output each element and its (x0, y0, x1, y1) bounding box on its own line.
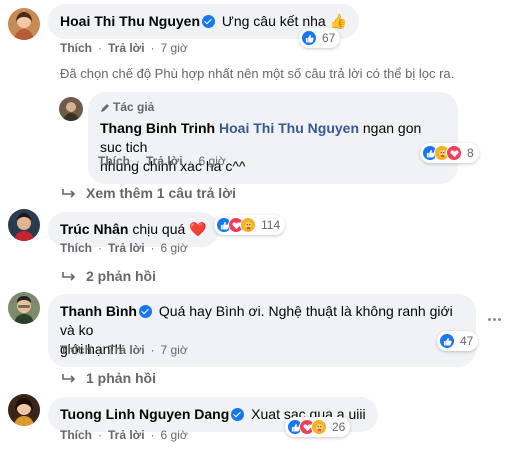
reply-mention[interactable]: Hoai Thi Thu Nguyen (219, 120, 359, 136)
reply-arrow-icon (62, 272, 76, 281)
pen-icon (101, 103, 109, 112)
separator: · (98, 241, 102, 255)
avatar-thang[interactable] (59, 97, 83, 121)
separator: · (150, 343, 155, 357)
reaction-summary[interactable]: 47 (437, 331, 479, 351)
author-badge: Tác giả (100, 98, 446, 117)
separator: · (188, 154, 193, 168)
reaction-summary[interactable]: 26 (285, 417, 351, 437)
reaction-summary[interactable]: 114 (214, 215, 286, 235)
comment-actions: Thích · Trả lời · 6 giờ (60, 241, 188, 255)
reply-arrow-icon (62, 374, 76, 383)
reply-bubble: Tác giả Thang Binh Trinh Hoai Thi Thu Ng… (88, 92, 458, 184)
reply-button[interactable]: Trả lời (108, 343, 145, 357)
avatar-tuong-linh[interactable] (8, 394, 40, 426)
reaction-count: 26 (332, 420, 346, 434)
timestamp[interactable]: 6 giờ (199, 154, 226, 168)
replies-link[interactable]: 2 phản hồi (62, 268, 156, 284)
reply-button[interactable]: Trả lời (108, 428, 145, 442)
replies-link-label: 1 phản hồi (86, 370, 156, 386)
like-icon (439, 333, 455, 349)
reply-button[interactable]: Trả lời (146, 154, 183, 168)
verified-icon (231, 408, 245, 421)
reply-button[interactable]: Trả lời (108, 241, 145, 255)
care-icon (240, 217, 256, 233)
reply-arrow-icon (62, 189, 76, 198)
view-more-replies-link[interactable]: Xem thêm 1 câu trả lời (62, 185, 236, 201)
separator: · (150, 428, 155, 442)
like-button[interactable]: Thích (60, 428, 92, 442)
author-badge-label: Tác giả (113, 100, 155, 114)
timestamp[interactable]: 7 giờ (161, 343, 188, 357)
comment-actions: Thích · Trả lời · 7 giờ (60, 41, 188, 55)
verified-icon (202, 15, 215, 28)
reply-actions: Thích · Trả lời · 6 giờ (98, 154, 226, 168)
reply-button[interactable]: Trả lời (108, 41, 145, 55)
separator: · (150, 241, 155, 255)
comment-actions: Thích · Trả lời · 7 giờ (60, 343, 188, 357)
timestamp[interactable]: 6 giờ (161, 241, 188, 255)
comment-author[interactable]: Trúc Nhân (60, 221, 128, 237)
timestamp[interactable]: 7 giờ (161, 41, 188, 55)
reply-reaction-summary[interactable]: 8 (420, 143, 479, 163)
like-button[interactable]: Thích (60, 241, 92, 255)
like-button[interactable]: Thích (60, 41, 92, 55)
reply-author[interactable]: Thang Binh Trinh (100, 120, 215, 136)
comment-actions: Thích · Trả lời · 6 giờ (60, 428, 188, 442)
like-button[interactable]: Thích (60, 343, 92, 357)
care-icon (311, 419, 327, 435)
timestamp[interactable]: 6 giờ (161, 428, 188, 442)
avatar-thanh[interactable] (8, 292, 40, 324)
comment-author[interactable]: Hoai Thi Thu Nguyen (60, 13, 200, 29)
more-options-button[interactable] (488, 318, 504, 322)
replies-link[interactable]: 1 phản hồi (62, 370, 156, 386)
filter-note: Đã chọn chế độ Phù hợp nhất nên một số c… (60, 66, 455, 81)
reaction-count: 114 (261, 218, 281, 232)
view-more-replies-label: Xem thêm 1 câu trả lời (86, 185, 237, 201)
comment-text: Ưng câu kết nha (221, 13, 326, 29)
separator: · (136, 154, 140, 168)
separator: · (98, 41, 102, 55)
avatar-hoai[interactable] (8, 8, 40, 40)
heart-emoji: ❤️ (189, 221, 207, 237)
reaction-count: 8 (467, 146, 474, 160)
comment-text: chịu quá (132, 221, 186, 237)
reaction-count: 47 (460, 334, 474, 348)
replies-link-label: 2 phản hồi (86, 268, 156, 284)
thumbs-up-emoji: 👍 (329, 13, 348, 29)
comment-author[interactable]: Tuong Linh Nguyen Dang (60, 406, 229, 422)
like-icon (301, 30, 317, 46)
separator: · (98, 343, 102, 357)
separator: · (98, 428, 102, 442)
comment-author[interactable]: Thanh Bình (60, 303, 137, 319)
reaction-summary[interactable]: 67 (299, 28, 341, 48)
like-button[interactable]: Thích (98, 154, 130, 168)
verified-icon (139, 305, 152, 318)
love-icon (446, 145, 462, 161)
avatar-truc[interactable] (8, 209, 40, 241)
separator: · (150, 41, 155, 55)
reaction-count: 67 (322, 31, 336, 45)
